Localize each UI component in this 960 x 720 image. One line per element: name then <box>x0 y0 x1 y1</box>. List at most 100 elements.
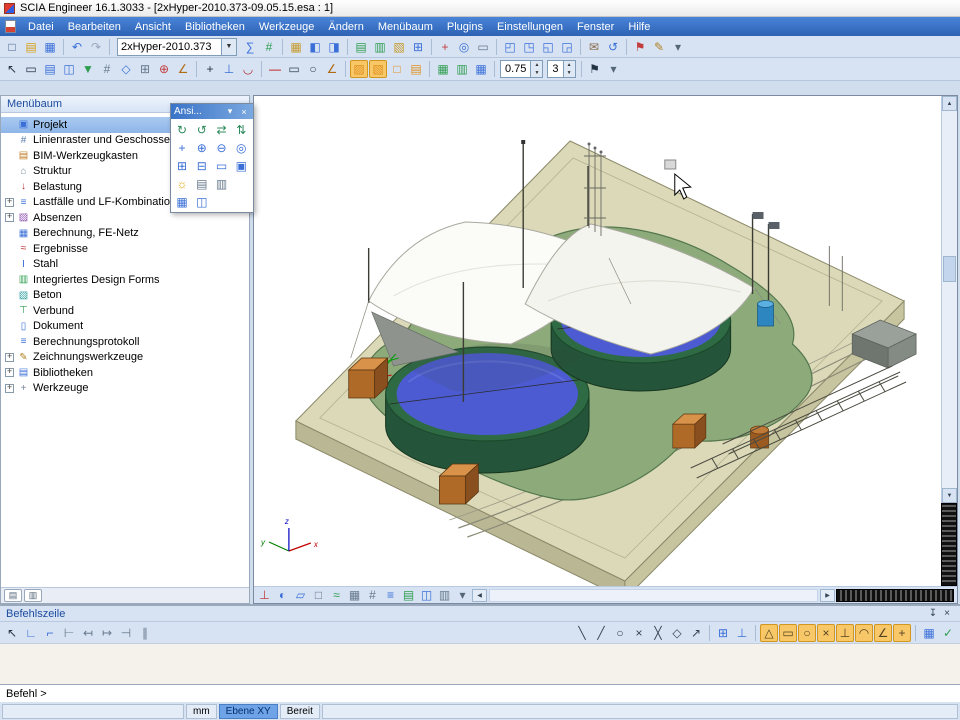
tree-item[interactable]: ≈ Ergebnisse <box>1 241 249 257</box>
cmd-dim-left-icon[interactable]: ↤ <box>79 624 97 642</box>
snap-line2-icon[interactable]: ╱ <box>592 624 610 642</box>
activity-icon[interactable]: ◫ <box>60 60 78 78</box>
panel-plain-icon[interactable]: □ <box>388 60 406 78</box>
pan-vertical-icon[interactable]: ⇅ <box>232 121 250 138</box>
redo-icon[interactable]: ↷ <box>87 38 105 56</box>
collapsed-toolbar-horizontal[interactable] <box>836 589 954 602</box>
more-dropdown-icon[interactable]: ▾ <box>669 38 687 56</box>
calculation-icon[interactable]: ∑ <box>241 38 259 56</box>
zoom-all-icon[interactable]: ⊞ <box>173 157 191 174</box>
pin-icon[interactable] <box>926 608 940 619</box>
close-icon[interactable] <box>238 107 250 117</box>
scroll-left-icon[interactable] <box>472 589 487 602</box>
mesh-green2-icon[interactable]: ▥ <box>453 60 471 78</box>
snap-endpoint-icon[interactable]: ▭ <box>779 624 797 642</box>
snap-diamond-icon[interactable]: ◇ <box>668 624 686 642</box>
window-layout4-icon[interactable]: ◲ <box>558 38 576 56</box>
window-layout2-icon[interactable]: ◳ <box>520 38 538 56</box>
clip-plane-icon[interactable]: ▥ <box>213 175 231 192</box>
snap-settings-icon[interactable]: ▦ <box>920 624 938 642</box>
spin-up-icon[interactable] <box>531 61 542 69</box>
origin-icon[interactable]: ⊕ <box>155 60 173 78</box>
menu-item[interactable]: Datei <box>21 19 61 35</box>
window-layout1-icon[interactable]: ◰ <box>501 38 519 56</box>
open-file-icon[interactable]: ▤ <box>22 38 40 56</box>
ortho-icon[interactable]: ⊥ <box>220 60 238 78</box>
pan-icon[interactable]: + <box>173 139 191 156</box>
scroll-up-icon[interactable] <box>942 96 957 111</box>
workplane-icon[interactable]: ◇ <box>117 60 135 78</box>
target-icon[interactable]: ◎ <box>455 38 473 56</box>
project-dropdown[interactable]: 2xHyper-2010.373 <box>117 38 237 56</box>
zoom-in-icon[interactable]: ⊕ <box>193 139 211 156</box>
save-icon[interactable]: ▦ <box>41 38 59 56</box>
tree-item[interactable]: ≡ Berechnungsprotokoll <box>1 334 249 350</box>
spin-up-icon[interactable] <box>564 61 575 69</box>
vertical-scrollbar[interactable] <box>941 96 957 503</box>
menu-item[interactable]: Einstellungen <box>490 19 570 35</box>
more-dropdown2-icon[interactable]: ▾ <box>605 60 623 78</box>
cmd-dim-right-icon[interactable]: ↦ <box>98 624 116 642</box>
layers-icon[interactable]: ▦ <box>173 193 191 210</box>
table-icon[interactable]: ▦ <box>287 38 305 56</box>
zoom-window-icon[interactable]: ◎ <box>232 139 250 156</box>
view-box-icon[interactable]: ▭ <box>213 157 231 174</box>
render-icon[interactable]: ◫ <box>193 193 211 210</box>
clip-box-icon[interactable]: ▤ <box>193 175 211 192</box>
pan-horizontal-icon[interactable]: ⇄ <box>213 121 231 138</box>
scroll-thumb[interactable] <box>943 256 956 282</box>
close-icon[interactable] <box>940 608 954 619</box>
cursor-cross-icon[interactable]: + <box>201 60 219 78</box>
cmd-axis-icon[interactable]: ⊢ <box>60 624 78 642</box>
snap-tangent-icon[interactable]: ◠ <box>855 624 873 642</box>
panel-tab-tree-icon[interactable]: ▤ <box>4 589 22 602</box>
numbering-icon[interactable]: ◫ <box>418 588 435 603</box>
status-units[interactable]: mm <box>186 704 217 719</box>
window-layout3-icon[interactable]: ◱ <box>539 38 557 56</box>
frame-icon[interactable]: ▭ <box>474 38 492 56</box>
layers-left-icon[interactable]: ◧ <box>306 38 324 56</box>
flag-dark-icon[interactable]: ⚑ <box>586 60 604 78</box>
tree-item[interactable]: ⊤ Verbund <box>1 303 249 319</box>
menu-item[interactable]: Menübaum <box>371 19 440 35</box>
menu-item[interactable]: Hilfe <box>621 19 657 35</box>
view-solid-icon[interactable]: ▣ <box>232 157 250 174</box>
refresh-icon[interactable]: ↺ <box>604 38 622 56</box>
edit-icon[interactable]: ✎ <box>650 38 668 56</box>
spin-down-icon[interactable] <box>531 69 542 77</box>
draw-circle-icon[interactable]: ○ <box>304 60 322 78</box>
menu-item[interactable]: Ansicht <box>128 19 178 35</box>
filter-icon[interactable]: ▼ <box>79 60 97 78</box>
snap-line1-icon[interactable]: ╲ <box>573 624 591 642</box>
menu-item[interactable]: Bearbeiten <box>61 19 128 35</box>
collapsed-toolbar-vertical[interactable] <box>941 503 957 586</box>
snap-midpoint-icon[interactable]: △ <box>760 624 778 642</box>
render-mode-icon[interactable]: ◐ <box>274 588 291 603</box>
tree-item[interactable]: ▦ Berechnung, FE-Netz <box>1 226 249 242</box>
snap-diag-icon[interactable]: ╳ <box>649 624 667 642</box>
menu-item[interactable]: Werkzeuge <box>252 19 321 35</box>
ortho-snap-icon[interactable]: ⊥ <box>733 624 751 642</box>
surface-icon[interactable]: ▱ <box>292 588 309 603</box>
document-green-icon[interactable]: ▤ <box>352 38 370 56</box>
draw-line-icon[interactable]: — <box>266 60 284 78</box>
mesh-green1-icon[interactable]: ▦ <box>434 60 452 78</box>
panel-hatch1-icon[interactable]: ▨ <box>350 60 368 78</box>
tree-item[interactable]: ▤ Bibliotheken <box>1 365 249 381</box>
scroll-down-icon[interactable] <box>942 488 957 503</box>
document-orange-icon[interactable]: ▧ <box>390 38 408 56</box>
light-icon[interactable]: ☼ <box>173 175 191 192</box>
cmd-parallel-icon[interactable]: ∥ <box>136 624 154 642</box>
panel-tab-props-icon[interactable]: ▥ <box>24 589 42 602</box>
cmd-select-icon[interactable]: ↖ <box>3 624 21 642</box>
arc-icon[interactable]: ◡ <box>239 60 257 78</box>
rotate-ccw-icon[interactable]: ↺ <box>193 121 211 138</box>
coord-system-icon[interactable]: ⊥ <box>256 588 273 603</box>
menu-item[interactable]: Bibliotheken <box>178 19 252 35</box>
new-project-icon[interactable]: □ <box>3 38 21 56</box>
command-input[interactable]: Befehl > <box>0 684 960 702</box>
snap-perpendicular-icon[interactable]: ⊥ <box>836 624 854 642</box>
menu-item[interactable]: Fenster <box>570 19 621 35</box>
mesh-icon[interactable]: # <box>260 38 278 56</box>
zoom-out-icon[interactable]: ⊖ <box>213 139 231 156</box>
